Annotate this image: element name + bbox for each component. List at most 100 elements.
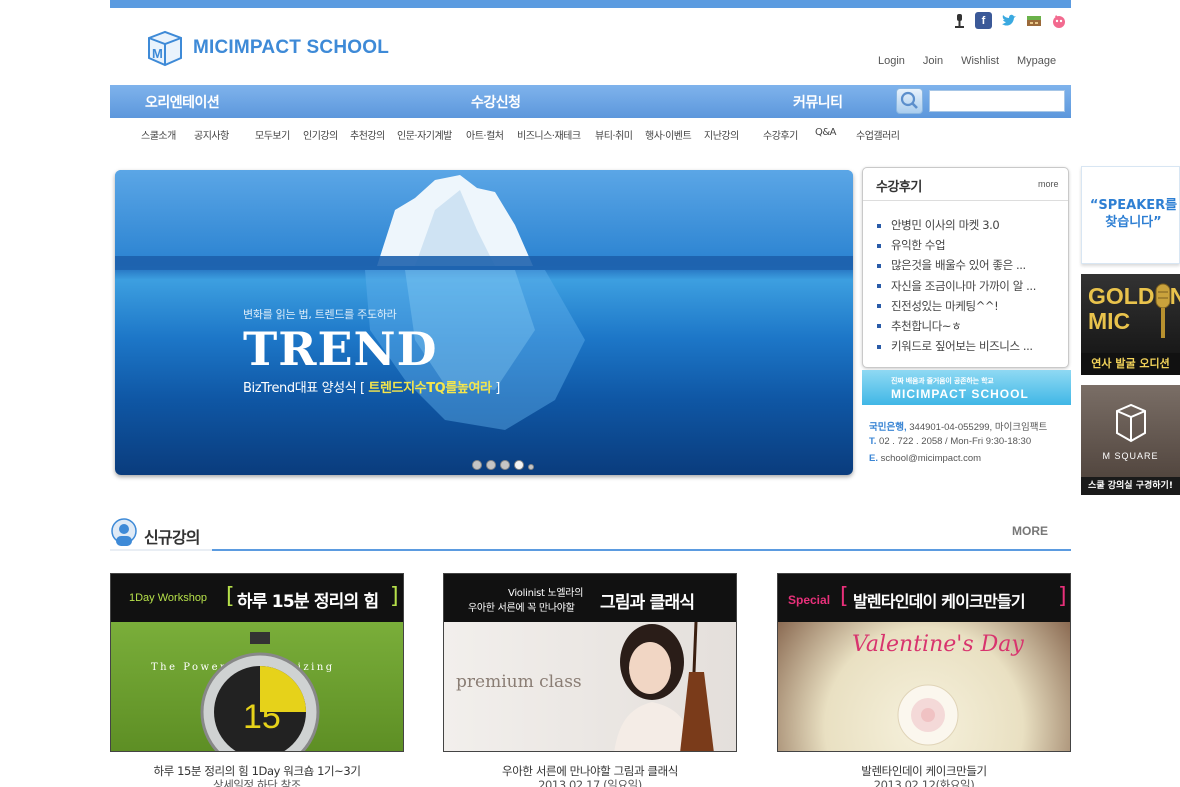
card-tag: Special <box>788 593 831 607</box>
divider <box>110 549 1071 551</box>
card-tag: Violinist 노엘라의 <box>508 588 584 599</box>
card-tag-secondary: 우아한 서른에 꼭 만나야할 <box>468 603 575 614</box>
person-mic-icon <box>111 518 137 546</box>
wishlist-link[interactable]: Wishlist <box>961 55 999 67</box>
lecture-title[interactable]: 우아한 서른에 만나야할 그림과 클래식 <box>443 764 737 778</box>
twitter-icon[interactable] <box>1000 12 1017 29</box>
nav-orientation[interactable]: 오리엔테이션 <box>145 92 220 112</box>
sub-nav-item[interactable]: 뷰티·취미 <box>595 127 633 142</box>
lecture-card[interactable]: Special [ 발렌타인데이 케이크만들기 ] Valentine's Da… <box>777 573 1071 752</box>
nav-community[interactable]: 커뮤니티 <box>793 92 843 112</box>
violinist-photo <box>614 622 714 751</box>
sub-nav-item[interactable]: 공지사항 <box>194 127 229 142</box>
sub-nav-item[interactable]: 비즈니스·재테크 <box>517 127 581 142</box>
site-logo[interactable]: M MICIMPACT SCHOOL <box>145 28 389 68</box>
stopwatch-icon: 15 <box>200 632 320 751</box>
hero-slider[interactable]: 변화를 읽는 법, 트렌드를 주도하라 TREND BizTrend대표 양성식… <box>115 170 853 475</box>
lecture-card[interactable]: 1Day Workshop [ 하루 15분 정리의 힘 ] The Power… <box>110 573 404 752</box>
slider-dot[interactable] <box>514 460 524 470</box>
list-item[interactable]: 유익한 수업 <box>877 235 1063 255</box>
svg-text:15: 15 <box>243 698 281 736</box>
search-button[interactable] <box>896 88 923 114</box>
sub-nav-item[interactable]: 아트·컬처 <box>466 127 504 142</box>
sub-nav-item[interactable]: 추천강의 <box>350 127 385 142</box>
blog-icon[interactable] <box>1025 12 1042 29</box>
sub-nav-item[interactable]: 스쿨소개 <box>141 127 176 142</box>
review-list: 안병민 이사의 마켓 3.0 유익한 수업 많은것을 배울수 있어 좋은 ...… <box>877 215 1063 356</box>
bracket: [ <box>226 584 235 609</box>
contact-banner-name: MICIMPACT SCHOOL <box>891 387 1029 401</box>
m-square-cube-icon <box>1116 403 1146 443</box>
review-box: 수강후기 more 안병민 이사의 마켓 3.0 유익한 수업 많은것을 배울수… <box>862 167 1069 368</box>
search-icon <box>900 91 918 109</box>
social-icons: f <box>950 12 1067 29</box>
lecture-caption[interactable]: 발렌타인데이 케이크만들기 2013.02.12(화요일) <box>777 764 1071 787</box>
slider-dot[interactable] <box>500 460 510 470</box>
list-item[interactable]: 추천합니다~ㅎ <box>877 316 1063 336</box>
sub-nav-item[interactable]: 인문·자기계발 <box>397 127 452 142</box>
bank-value: 344901-04-055299, 마이크임팩트 <box>906 422 1048 433</box>
sub-nav-item[interactable]: 지난강의 <box>704 127 739 142</box>
hero-caption-highlight: 트렌드지수TQ를높여라 <box>368 381 492 396</box>
character-icon[interactable] <box>1050 12 1067 29</box>
card-art-text: Valentine's Day <box>852 632 1024 657</box>
sub-nav-item[interactable]: 모두보기 <box>255 127 290 142</box>
lecture-title[interactable]: 하루 15분 정리의 힘 1Day 워크숍 1기~3기 <box>110 764 404 778</box>
card-heading: 그림과 클래식 <box>600 593 695 613</box>
sub-nav-item[interactable]: 행사·이벤트 <box>645 127 692 142</box>
slider-dot[interactable] <box>486 460 496 470</box>
iceberg-image <box>115 175 853 430</box>
review-more-link[interactable]: more <box>1038 179 1059 189</box>
new-lectures-more-link[interactable]: MORE <box>1012 524 1048 538</box>
sub-nav-item[interactable]: 수강후기 <box>763 127 798 142</box>
mypage-link[interactable]: Mypage <box>1017 55 1056 67</box>
hero-subtitle: 변화를 읽는 법, 트렌드를 주도하라 <box>243 308 397 321</box>
card-image: premium class <box>444 622 736 751</box>
bank-label: 국민은행, <box>869 422 907 433</box>
hero-title: TREND <box>243 322 438 376</box>
lecture-date: 2013.02.17 (일요일) <box>538 778 642 787</box>
lecture-date: 2013.02.12(화요일) <box>873 778 975 787</box>
main-nav: 오리엔테이션 수강신청 커뮤니티 <box>110 85 1071 118</box>
slider-dot[interactable] <box>472 460 482 470</box>
golden-mic-banner[interactable]: GOLDEN MIC 연사 발굴 오디션 <box>1081 274 1180 375</box>
lecture-date: 상세일정 하단 참조 <box>213 778 301 787</box>
podcast-icon[interactable] <box>950 12 967 29</box>
list-item[interactable]: 자신을 조금이나마 가까이 알 ... <box>877 276 1063 296</box>
sub-nav: 스쿨소개 공지사항 모두보기 인기강의 추천강의 인문·자기계발 아트·컬처 비… <box>110 127 1071 143</box>
lecture-caption[interactable]: 하루 15분 정리의 힘 1Day 워크숍 1기~3기 상세일정 하단 참조 <box>110 764 404 787</box>
sub-nav-item[interactable]: Q&A <box>815 127 837 138</box>
contact-banner: 진짜 배움과 즐거움이 공존하는 학교 MICIMPACT SCHOOL <box>862 370 1071 405</box>
hero-caption: BizTrend대표 양성식 [ 트렌드지수TQ를높여라 ] <box>243 377 500 396</box>
list-item[interactable]: 많은것을 배울수 있어 좋은 ... <box>877 255 1063 275</box>
sub-nav-item[interactable]: 수업갤러리 <box>856 127 900 142</box>
speaker-banner[interactable]: “SPEAKER를 찾습니다” <box>1081 166 1180 264</box>
lecture-caption[interactable]: 우아한 서른에 만나야할 그림과 클래식 2013.02.17 (일요일) <box>443 764 737 787</box>
card-image: The Power of Organizing 15 <box>111 622 403 751</box>
divider <box>110 549 212 551</box>
search-input[interactable] <box>929 90 1065 112</box>
join-link[interactable]: Join <box>923 55 943 67</box>
lecture-title[interactable]: 발렌타인데이 케이크만들기 <box>777 764 1071 778</box>
review-title: 수강후기 <box>876 180 922 195</box>
microphone-icon <box>1155 283 1171 338</box>
card-header: Special [ 발렌타인데이 케이크만들기 ] <box>778 574 1070 622</box>
m-square-banner[interactable]: M SQUARE 스쿨 강의실 구경하기! <box>1081 385 1180 495</box>
list-item[interactable]: 진전성있는 마케팅^^! <box>877 296 1063 316</box>
login-link[interactable]: Login <box>878 55 905 67</box>
sugar-flower-icon <box>897 684 959 746</box>
bank-info: 국민은행, 344901-04-055299, 마이크임팩트 <box>869 419 1047 433</box>
golden-mic-footer: 연사 발굴 오디션 <box>1081 353 1180 375</box>
list-item[interactable]: 안병민 이사의 마켓 3.0 <box>877 215 1063 235</box>
hero-caption-prefix: BizTrend대표 양성식 [ <box>243 381 369 396</box>
slider-dot[interactable] <box>528 464 534 470</box>
facebook-icon[interactable]: f <box>975 12 992 29</box>
list-item[interactable]: 키워드로 짚어보는 비즈니스 ... <box>877 336 1063 356</box>
card-heading: 발렌타인데이 케이크만들기 <box>853 592 1026 611</box>
nav-enroll[interactable]: 수강신청 <box>471 92 521 112</box>
lecture-card[interactable]: Violinist 노엘라의 우아한 서른에 꼭 만나야할 그림과 클래식 pr… <box>443 573 737 752</box>
logo-text: MICIMPACT SCHOOL <box>193 37 390 58</box>
card-header: Violinist 노엘라의 우아한 서른에 꼭 만나야할 그림과 클래식 <box>444 574 736 622</box>
sub-nav-item[interactable]: 인기강의 <box>303 127 338 142</box>
card-image: Valentine's Day <box>778 622 1070 751</box>
